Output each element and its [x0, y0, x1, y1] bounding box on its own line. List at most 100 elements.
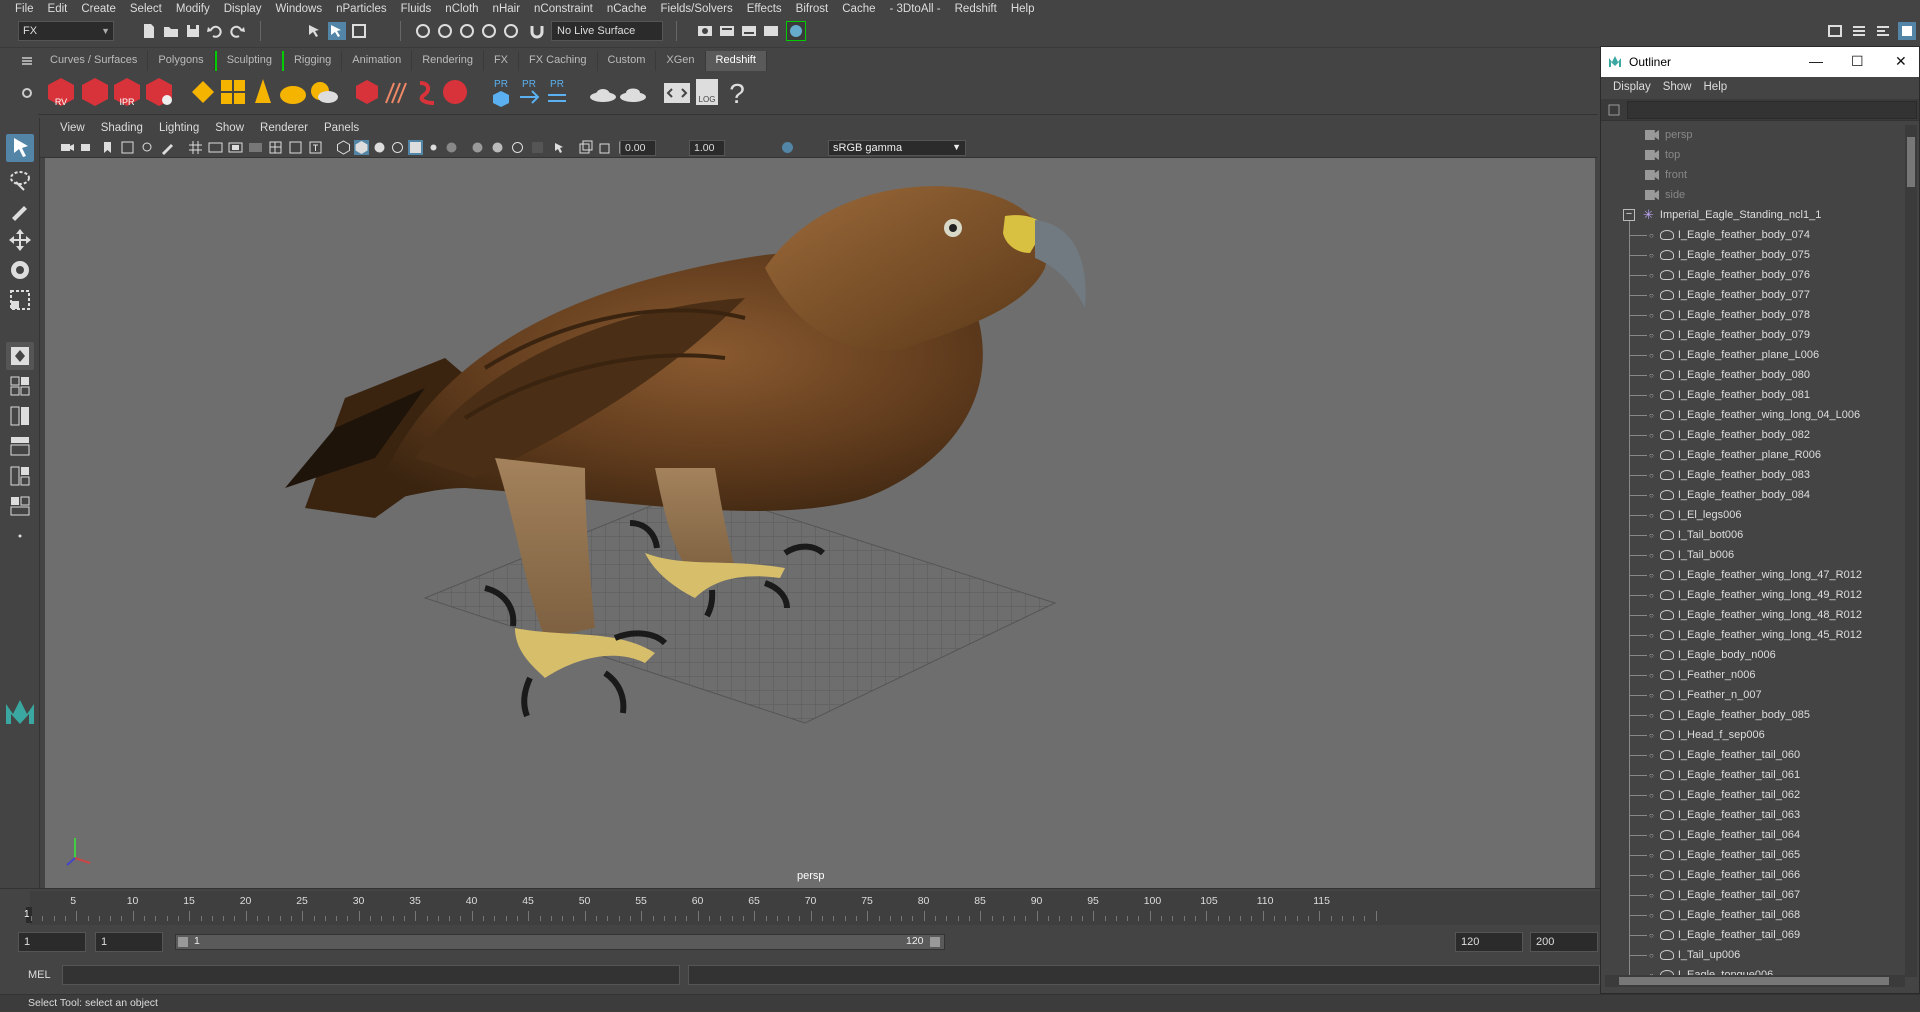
outliner-row-mesh[interactable]: ○ I_Eagle_feather_body_085: [1605, 705, 1905, 725]
range-end-handle[interactable]: [930, 937, 940, 947]
expand-dot-icon[interactable]: ○: [1649, 451, 1654, 460]
outliner-row-mesh[interactable]: ○ I_Eagle_feather_wing_long_04_L006: [1605, 405, 1905, 425]
redshift-render-icon[interactable]: [78, 75, 112, 109]
shelf-tab-fx[interactable]: FX: [484, 51, 520, 71]
hypershade-icon[interactable]: [786, 21, 806, 41]
menu-ncache[interactable]: nCache: [600, 3, 654, 15]
expand-dot-icon[interactable]: ○: [1649, 791, 1654, 800]
expand-dot-icon[interactable]: ○: [1649, 931, 1654, 940]
redshift-settings-icon[interactable]: [142, 75, 176, 109]
shelf-tab-animation[interactable]: Animation: [342, 51, 413, 71]
outliner-row-mesh[interactable]: ○ I_Eagle_feather_body_074: [1605, 225, 1905, 245]
redshift-dome-light-icon[interactable]: [276, 75, 310, 109]
shelf-menu-icon[interactable]: [20, 54, 34, 68]
menu-nhair[interactable]: nHair: [486, 3, 527, 15]
expand-dot-icon[interactable]: ○: [1649, 911, 1654, 920]
playback-start-field[interactable]: 1: [95, 932, 163, 952]
snap-curve-icon[interactable]: [436, 22, 454, 40]
menu-file[interactable]: File: [8, 3, 41, 15]
expand-dot-icon[interactable]: ○: [1649, 731, 1654, 740]
playback-end-field[interactable]: 120: [1455, 932, 1523, 952]
redo-icon[interactable]: [228, 22, 246, 40]
grid-toggle-icon[interactable]: [188, 140, 203, 155]
color-management-icon[interactable]: [780, 140, 795, 155]
expand-dot-icon[interactable]: ○: [1649, 551, 1654, 560]
menu-nconstraint[interactable]: nConstraint: [527, 3, 600, 15]
resolution-gate-icon[interactable]: [228, 140, 243, 155]
outliner-row-mesh[interactable]: ○ I_Eagle_feather_body_078: [1605, 305, 1905, 325]
scale-tool-icon[interactable]: [6, 286, 34, 314]
outliner-row-camera[interactable]: side: [1605, 185, 1905, 205]
workspace-icon[interactable]: [1826, 22, 1844, 40]
expand-dot-icon[interactable]: ○: [1649, 631, 1654, 640]
menu-nparticles[interactable]: nParticles: [329, 3, 394, 15]
redshift-script-icon[interactable]: [660, 75, 694, 109]
expand-dot-icon[interactable]: ○: [1649, 531, 1654, 540]
animation-start-field[interactable]: 1: [18, 932, 86, 952]
redshift-ipr-icon[interactable]: IPR: [110, 75, 144, 109]
shadows-icon[interactable]: [444, 140, 459, 155]
menu-help[interactable]: Help: [1004, 3, 1042, 15]
filter-icon[interactable]: [1607, 103, 1621, 117]
outliner-row-mesh[interactable]: ○ I_Eagle_feather_wing_long_45_R012: [1605, 625, 1905, 645]
shelf-tab-curves-surfaces[interactable]: Curves / Surfaces: [40, 51, 149, 71]
wireframe-on-shaded-icon[interactable]: [390, 140, 405, 155]
outliner-row-mesh[interactable]: ○ I_Eagle_feather_body_075: [1605, 245, 1905, 265]
grease-pencil-icon[interactable]: [160, 140, 175, 155]
ipr-render-icon[interactable]: [740, 22, 758, 40]
open-scene-icon[interactable]: [162, 22, 180, 40]
expand-dot-icon[interactable]: ○: [1649, 851, 1654, 860]
menu-redshift[interactable]: Redshift: [948, 3, 1004, 15]
select-tool-icon[interactable]: [6, 134, 34, 162]
expand-dot-icon[interactable]: ○: [1649, 711, 1654, 720]
menu-set-selector[interactable]: FX ▼: [18, 21, 114, 41]
render-settings-icon[interactable]: [696, 22, 714, 40]
snap-view-plane-icon[interactable]: [480, 22, 498, 40]
outliner-row-mesh[interactable]: ○ I_Eagle_feather_body_079: [1605, 325, 1905, 345]
expand-dot-icon[interactable]: ○: [1649, 371, 1654, 380]
redshift-proxy-icon[interactable]: [186, 75, 220, 109]
outliner-row-mesh[interactable]: ○ I_Eagle_feather_tail_065: [1605, 845, 1905, 865]
expand-dot-icon[interactable]: ○: [1649, 511, 1654, 520]
menu-select[interactable]: Select: [123, 3, 169, 15]
expand-dot-icon[interactable]: ○: [1649, 831, 1654, 840]
outliner-row-mesh[interactable]: ○ I_Eagle_feather_wing_long_48_R012: [1605, 605, 1905, 625]
outliner-row-mesh[interactable]: ○ I_Eagle_feather_tail_067: [1605, 885, 1905, 905]
menu-create[interactable]: Create: [74, 3, 123, 15]
select-by-hierarchy-icon[interactable]: [306, 22, 324, 40]
outliner-row-mesh[interactable]: ○ I_Eagle_feather_body_082: [1605, 425, 1905, 445]
outliner-row-mesh[interactable]: ○ I_Eagle_feather_tail_061: [1605, 765, 1905, 785]
outliner-row-mesh[interactable]: ○ I_Eagle_feather_wing_long_47_R012: [1605, 565, 1905, 585]
default-lighting-icon[interactable]: [372, 140, 387, 155]
maximize-icon[interactable]: ☐: [1851, 53, 1864, 70]
outliner-row-camera[interactable]: persp: [1605, 125, 1905, 145]
shelf-tab-rendering[interactable]: Rendering: [412, 51, 484, 71]
menu-ncloth[interactable]: nCloth: [438, 3, 485, 15]
2d-pan-zoom-icon[interactable]: [140, 140, 155, 155]
layout-outliner-persp-icon[interactable]: [6, 432, 34, 460]
screen-space-ao-icon[interactable]: [470, 140, 485, 155]
expand-dot-icon[interactable]: ○: [1649, 671, 1654, 680]
textured-icon[interactable]: [408, 140, 423, 155]
toggle-attribute-editor-icon[interactable]: [1874, 22, 1892, 40]
outliner-row-camera[interactable]: front: [1605, 165, 1905, 185]
camera-select-icon[interactable]: [60, 140, 75, 155]
panel-menu-view[interactable]: View: [52, 122, 93, 134]
outliner-row-mesh[interactable]: ○ I_Eagle_body_n006: [1605, 645, 1905, 665]
outliner-row-mesh[interactable]: ○ I_Eagle_feather_body_077: [1605, 285, 1905, 305]
expand-dot-icon[interactable]: ○: [1649, 891, 1654, 900]
command-input[interactable]: [62, 965, 680, 985]
film-gate-icon[interactable]: [208, 140, 223, 155]
gate-mask-icon[interactable]: [248, 140, 263, 155]
redshift-sphere-icon[interactable]: [438, 75, 472, 109]
xray-joints-icon[interactable]: [598, 140, 613, 155]
undo-icon[interactable]: [206, 22, 224, 40]
redshift-sun-sky-icon[interactable]: [306, 75, 340, 109]
toggle-modeling-toolkit-icon[interactable]: [1898, 22, 1916, 40]
view-transform-dropdown[interactable]: sRGB gamma ▼: [828, 140, 966, 156]
outliner-menu-show[interactable]: Show: [1657, 81, 1698, 93]
outliner-row-mesh[interactable]: ○ I_Eagle_feather_tail_066: [1605, 865, 1905, 885]
redshift-render-view-icon[interactable]: RV: [44, 75, 78, 109]
range-slider[interactable]: 1 120: [175, 934, 945, 950]
render-view-icon[interactable]: [762, 22, 780, 40]
